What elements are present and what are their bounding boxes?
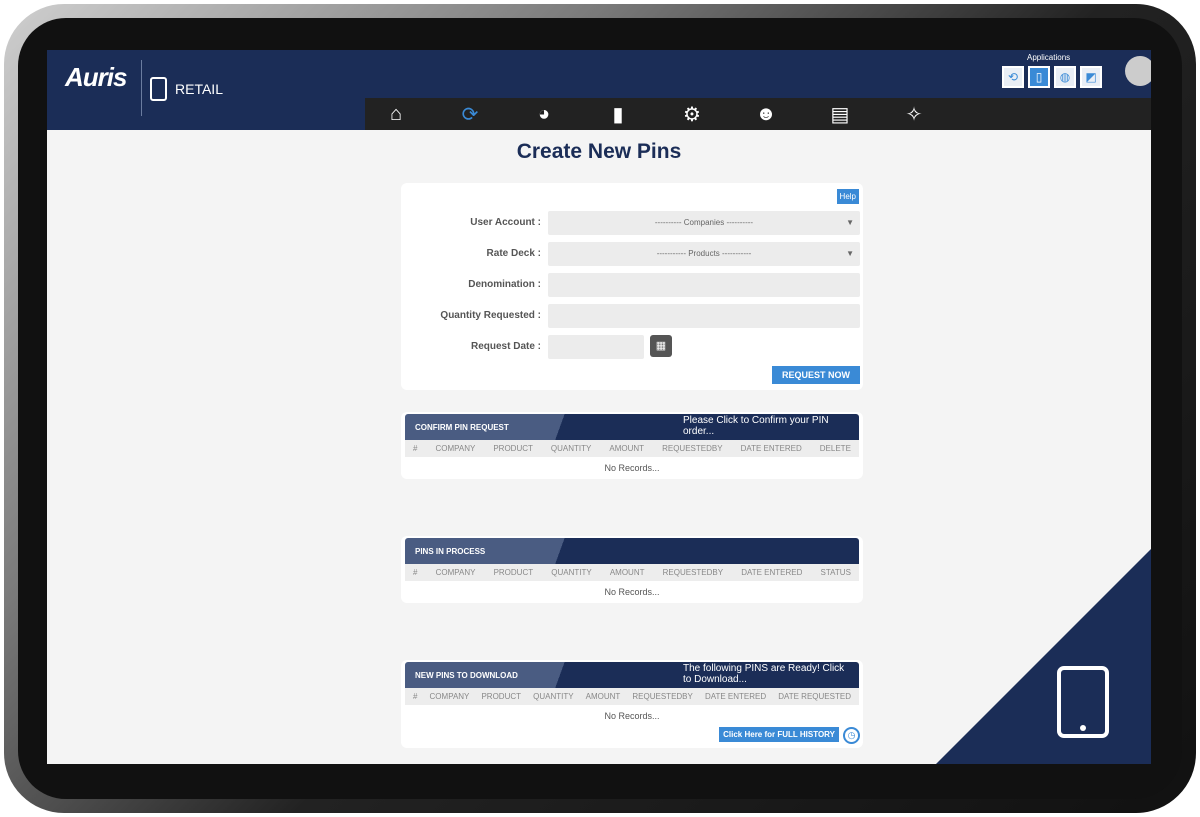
chevron-down-icon: ▼: [846, 249, 854, 258]
applications-label: Applications: [1027, 53, 1071, 62]
col-header: DATE ENTERED: [740, 444, 802, 453]
user-account-select[interactable]: ---------- Companies ---------- ▼: [548, 211, 860, 235]
logo[interactable]: Auris: [65, 62, 127, 93]
app-button-window-icon[interactable]: ◩: [1080, 66, 1102, 88]
calendar-icon[interactable]: ▦: [650, 335, 672, 357]
col-header: QUANTITY: [550, 444, 592, 453]
full-history-button[interactable]: Click Here for FULL HISTORY: [719, 727, 839, 742]
module-label: RETAIL: [175, 81, 223, 97]
column-headers: # COMPANY PRODUCT QUANTITY AMOUNT REQUESTEDBY…: [405, 688, 859, 705]
new-pins-download-table: NEW PINS TO DOWNLOAD The following PINS a…: [401, 660, 863, 748]
empty-message: No Records...: [604, 711, 660, 721]
col-header: AMOUNT: [609, 444, 645, 453]
navbar: ⌂ ⟳ ◕ ▮ ⚙ ☻ ▤ ✧: [365, 98, 1151, 130]
crosshair-icon[interactable]: ✧: [901, 102, 927, 127]
table-header: NEW PINS TO DOWNLOAD The following PINS a…: [405, 662, 859, 688]
document-icon[interactable]: ▮: [605, 102, 631, 127]
corner-decoration: [936, 549, 1151, 764]
denomination-input[interactable]: [548, 273, 860, 297]
table-header: CONFIRM PIN REQUEST Please Click to Confi…: [405, 414, 859, 440]
request-now-button[interactable]: REQUEST NOW: [771, 366, 860, 384]
col-header: STATUS: [820, 568, 851, 577]
user-account-label: User Account :: [470, 217, 541, 228]
table-header: PINS IN PROCESS: [405, 538, 859, 564]
avatar[interactable]: [1125, 56, 1151, 86]
request-date-input[interactable]: [548, 335, 644, 359]
table-title: CONFIRM PIN REQUEST: [415, 423, 509, 432]
empty-message: No Records...: [604, 463, 660, 473]
col-header: DATE ENTERED: [741, 568, 803, 577]
page-title: Create New Pins: [516, 140, 682, 163]
col-header: REQUESTEDBY: [632, 692, 693, 701]
col-header: COMPANY: [429, 692, 470, 701]
rate-deck-label: Rate Deck :: [486, 248, 541, 259]
table-note[interactable]: Please Click to Confirm your PIN order..…: [683, 415, 853, 437]
col-header: REQUESTEDBY: [662, 568, 724, 577]
col-header: AMOUNT: [585, 692, 621, 701]
rate-deck-value: ----------- Products -----------: [656, 249, 752, 258]
col-header: COMPANY: [435, 568, 476, 577]
table-title: NEW PINS TO DOWNLOAD: [415, 671, 518, 680]
table-note[interactable]: The following PINS are Ready! Click to D…: [683, 663, 853, 685]
help-button[interactable]: Help: [836, 189, 859, 204]
request-date-label: Request Date :: [470, 341, 541, 352]
col-header: #: [413, 692, 418, 701]
denomination-label: Denomination :: [468, 279, 541, 290]
app-button-refresh-icon[interactable]: ⟲: [1002, 66, 1024, 88]
pie-chart-icon[interactable]: ◕: [531, 103, 557, 126]
support-icon[interactable]: ☻: [753, 103, 779, 126]
refresh-icon[interactable]: ⟳: [457, 102, 483, 127]
col-header: PRODUCT: [481, 692, 522, 701]
col-header: REQUESTEDBY: [662, 444, 723, 453]
app-switcher: ⟲ ▯ ◍ ◩: [1002, 66, 1102, 88]
app-button-tablet-icon[interactable]: ▯: [1028, 66, 1050, 88]
quantity-label: Quantity Requested :: [440, 310, 541, 321]
column-headers: # COMPANY PRODUCT QUANTITY AMOUNT REQUESTEDBY…: [405, 440, 859, 457]
col-header: DATE REQUESTED: [778, 692, 851, 701]
quantity-input[interactable]: [548, 304, 860, 328]
col-header: #: [413, 568, 418, 577]
clock-icon[interactable]: ◷: [843, 727, 860, 744]
column-headers: # COMPANY PRODUCT QUANTITY AMOUNT REQUESTEDBY…: [405, 564, 859, 581]
col-header: PRODUCT: [493, 568, 534, 577]
col-header: DELETE: [819, 444, 851, 453]
gear-icon[interactable]: ⚙: [679, 102, 705, 127]
divider: [141, 60, 142, 116]
header: Auris RETAIL Applications ⟲ ▯ ◍ ◩ ⌂ ⟳ ◕ …: [47, 50, 1151, 130]
col-header: AMOUNT: [609, 568, 645, 577]
app-button-globe-icon[interactable]: ◍: [1054, 66, 1076, 88]
tablet-icon-large: [1057, 666, 1109, 738]
screen: Auris RETAIL Applications ⟲ ▯ ◍ ◩ ⌂ ⟳ ◕ …: [47, 50, 1151, 764]
request-form: Help User Account : ---------- Companies…: [401, 183, 863, 390]
col-header: QUANTITY: [533, 692, 574, 701]
col-header: COMPANY: [435, 444, 476, 453]
table-title: PINS IN PROCESS: [415, 547, 486, 556]
pins-in-process-table: PINS IN PROCESS # COMPANY PRODUCT QUANTITY A…: [401, 536, 863, 603]
col-header: DATE ENTERED: [704, 692, 767, 701]
col-header: QUANTITY: [551, 568, 592, 577]
confirm-pin-table: CONFIRM PIN REQUEST Please Click to Confi…: [401, 412, 863, 479]
home-icon[interactable]: ⌂: [383, 103, 409, 126]
col-header: #: [413, 444, 418, 453]
chevron-down-icon: ▼: [846, 218, 854, 227]
empty-message: No Records...: [604, 587, 660, 597]
col-header: PRODUCT: [493, 444, 533, 453]
rate-deck-select[interactable]: ----------- Products ----------- ▼: [548, 242, 860, 266]
user-account-value: ---------- Companies ----------: [654, 218, 754, 227]
clipboard-icon[interactable]: ▤: [827, 102, 853, 127]
tablet-icon: [150, 77, 167, 101]
